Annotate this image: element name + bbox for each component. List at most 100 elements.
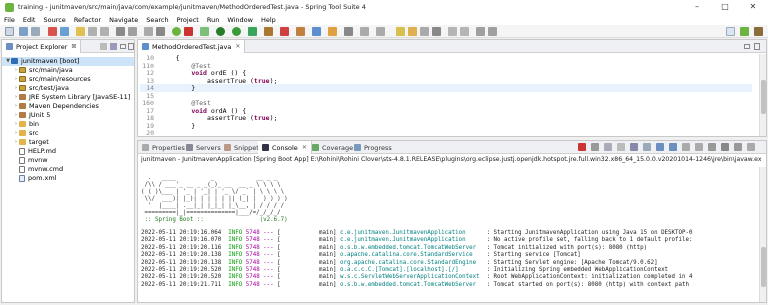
code-line[interactable]: 20 xyxy=(140,129,752,137)
tree-item[interactable]: › src/main/java xyxy=(2,66,134,75)
open-console-icon[interactable] xyxy=(708,143,716,151)
terminate-icon[interactable] xyxy=(184,27,193,36)
open-perspective-icon[interactable] xyxy=(726,27,735,36)
tree-item[interactable]: mvnw xyxy=(2,156,134,165)
skip-breakpoints-icon[interactable] xyxy=(60,27,69,36)
tree-item[interactable]: › JRE System Library [JavaSE-11] xyxy=(2,93,134,102)
console-output[interactable]: . ____ _ __ _ _ /\\ / ___'_ __ _ _(_)_ _… xyxy=(138,167,758,302)
spring-perspective-icon[interactable] xyxy=(740,27,749,36)
minimize-view-icon[interactable] xyxy=(734,143,742,151)
toolbar-icon[interactable] xyxy=(280,27,289,36)
new-java-class-icon[interactable] xyxy=(312,27,321,36)
toolbar-icon[interactable] xyxy=(156,27,165,36)
maximize-button[interactable]: □ xyxy=(711,0,739,14)
toolbar-icon[interactable] xyxy=(200,27,209,36)
toolbar-icon[interactable] xyxy=(448,27,457,36)
remove-launch-icon[interactable] xyxy=(591,143,599,151)
tab-method-ordered-test[interactable]: MethodOrderedTest.java ✕ xyxy=(138,40,246,53)
close-icon[interactable]: ✕ xyxy=(235,43,240,50)
tree-item[interactable]: › src/main/resources xyxy=(2,75,134,84)
tree-item[interactable]: pom.xml xyxy=(2,174,134,183)
toolbar-icon[interactable] xyxy=(488,27,497,36)
maximize-view-icon[interactable] xyxy=(747,143,755,151)
toolbar-icon[interactable] xyxy=(360,27,369,36)
toolbar-icon[interactable] xyxy=(88,27,97,36)
pin-console-icon[interactable] xyxy=(682,143,690,151)
minimize-view-icon[interactable] xyxy=(744,44,750,49)
tree-item[interactable]: › bin xyxy=(2,120,134,129)
console-vertical-scrollbar[interactable] xyxy=(759,167,766,302)
tree-item[interactable]: ▼ junitmaven [boot] xyxy=(2,57,134,66)
show-stderr-icon[interactable] xyxy=(669,143,677,151)
show-stdout-icon[interactable] xyxy=(656,143,664,151)
toolbar-icon[interactable] xyxy=(296,27,305,36)
menu-search[interactable]: Search xyxy=(146,16,168,24)
editor-scroll-thumb[interactable] xyxy=(761,80,766,114)
code-area[interactable]: 10 {11⊖ @Test 12 void ordE () {13 assertT… xyxy=(140,54,752,137)
tree-item[interactable]: › src/test/java xyxy=(2,84,134,93)
debug-icon[interactable] xyxy=(48,27,57,36)
tree-item[interactable]: mvnw.cmd xyxy=(2,165,134,174)
run-icon[interactable] xyxy=(232,27,241,36)
toolbar-icon[interactable] xyxy=(376,27,385,36)
toolbar-icon[interactable] xyxy=(100,27,109,36)
new-icon[interactable] xyxy=(5,27,14,36)
tab-progress[interactable]: Progress xyxy=(350,141,396,154)
toolbar-icon[interactable] xyxy=(460,27,469,36)
tree-item[interactable]: › Maven Dependencies xyxy=(2,102,134,111)
menu-refactor[interactable]: Refactor xyxy=(74,16,101,24)
link-editor-icon[interactable] xyxy=(110,43,117,50)
toolbar-icon[interactable] xyxy=(144,27,153,36)
minimize-button[interactable]: – xyxy=(683,0,711,14)
view-menu-icon[interactable] xyxy=(721,143,729,151)
tree-item[interactable]: HELP.md xyxy=(2,147,134,156)
tab-project-explorer[interactable]: Project Explorer ⊠ xyxy=(2,40,82,53)
toolbar-icon[interactable] xyxy=(476,27,485,36)
search-icon[interactable] xyxy=(344,27,353,36)
collapse-all-icon[interactable] xyxy=(100,43,107,50)
tab-servers[interactable]: Servers xyxy=(182,141,225,154)
menu-source[interactable]: Source xyxy=(43,16,65,24)
close-button[interactable]: ✕ xyxy=(739,0,767,14)
toolbar-icon[interactable] xyxy=(128,27,137,36)
maximize-view-icon[interactable] xyxy=(128,43,134,50)
toolbar-icon[interactable] xyxy=(116,27,125,36)
save-icon[interactable] xyxy=(19,27,28,36)
toolbar-icon[interactable] xyxy=(408,27,417,36)
spring-boot-icon[interactable] xyxy=(172,27,181,36)
tree-item[interactable]: › JUnit 5 xyxy=(2,111,134,120)
display-console-icon[interactable] xyxy=(695,143,703,151)
menu-file[interactable]: File xyxy=(4,16,15,24)
minimize-view-icon[interactable] xyxy=(120,44,126,49)
step-icon[interactable] xyxy=(76,27,85,36)
editor-vertical-scrollbar[interactable] xyxy=(759,54,766,136)
toolbar-icon[interactable] xyxy=(420,27,429,36)
console-scroll-thumb[interactable] xyxy=(761,247,766,287)
tree-item[interactable]: › src xyxy=(2,129,134,138)
debug-run-icon[interactable] xyxy=(216,27,225,36)
menu-edit[interactable]: Edit xyxy=(23,16,36,24)
java-perspective-icon[interactable] xyxy=(754,27,763,36)
save-all-icon[interactable] xyxy=(31,27,40,36)
terminate-icon[interactable] xyxy=(578,143,586,151)
menu-help[interactable]: Help xyxy=(261,16,276,24)
coverage-icon[interactable] xyxy=(248,27,257,36)
menu-navigate[interactable]: Navigate xyxy=(109,16,138,24)
external-tools-icon[interactable] xyxy=(264,27,273,36)
log-level: INFO xyxy=(228,237,246,244)
close-icon[interactable]: ⊠ xyxy=(71,43,76,50)
remove-all-icon[interactable] xyxy=(604,143,612,151)
close-icon[interactable]: ✕ xyxy=(302,144,307,151)
word-wrap-icon[interactable] xyxy=(643,143,651,151)
menu-project[interactable]: Project xyxy=(177,16,199,24)
toolbar-icon[interactable] xyxy=(396,27,405,36)
menu-window[interactable]: Window xyxy=(227,16,253,24)
maximize-view-icon[interactable] xyxy=(754,43,760,50)
tab-console[interactable]: Console ✕ xyxy=(258,141,312,154)
clear-console-icon[interactable] xyxy=(617,143,625,151)
tree-item[interactable]: › target xyxy=(2,138,134,147)
toolbar-icon[interactable] xyxy=(432,27,441,36)
menu-run[interactable]: Run xyxy=(207,16,219,24)
scroll-lock-icon[interactable] xyxy=(630,143,638,151)
open-type-icon[interactable] xyxy=(328,27,337,36)
